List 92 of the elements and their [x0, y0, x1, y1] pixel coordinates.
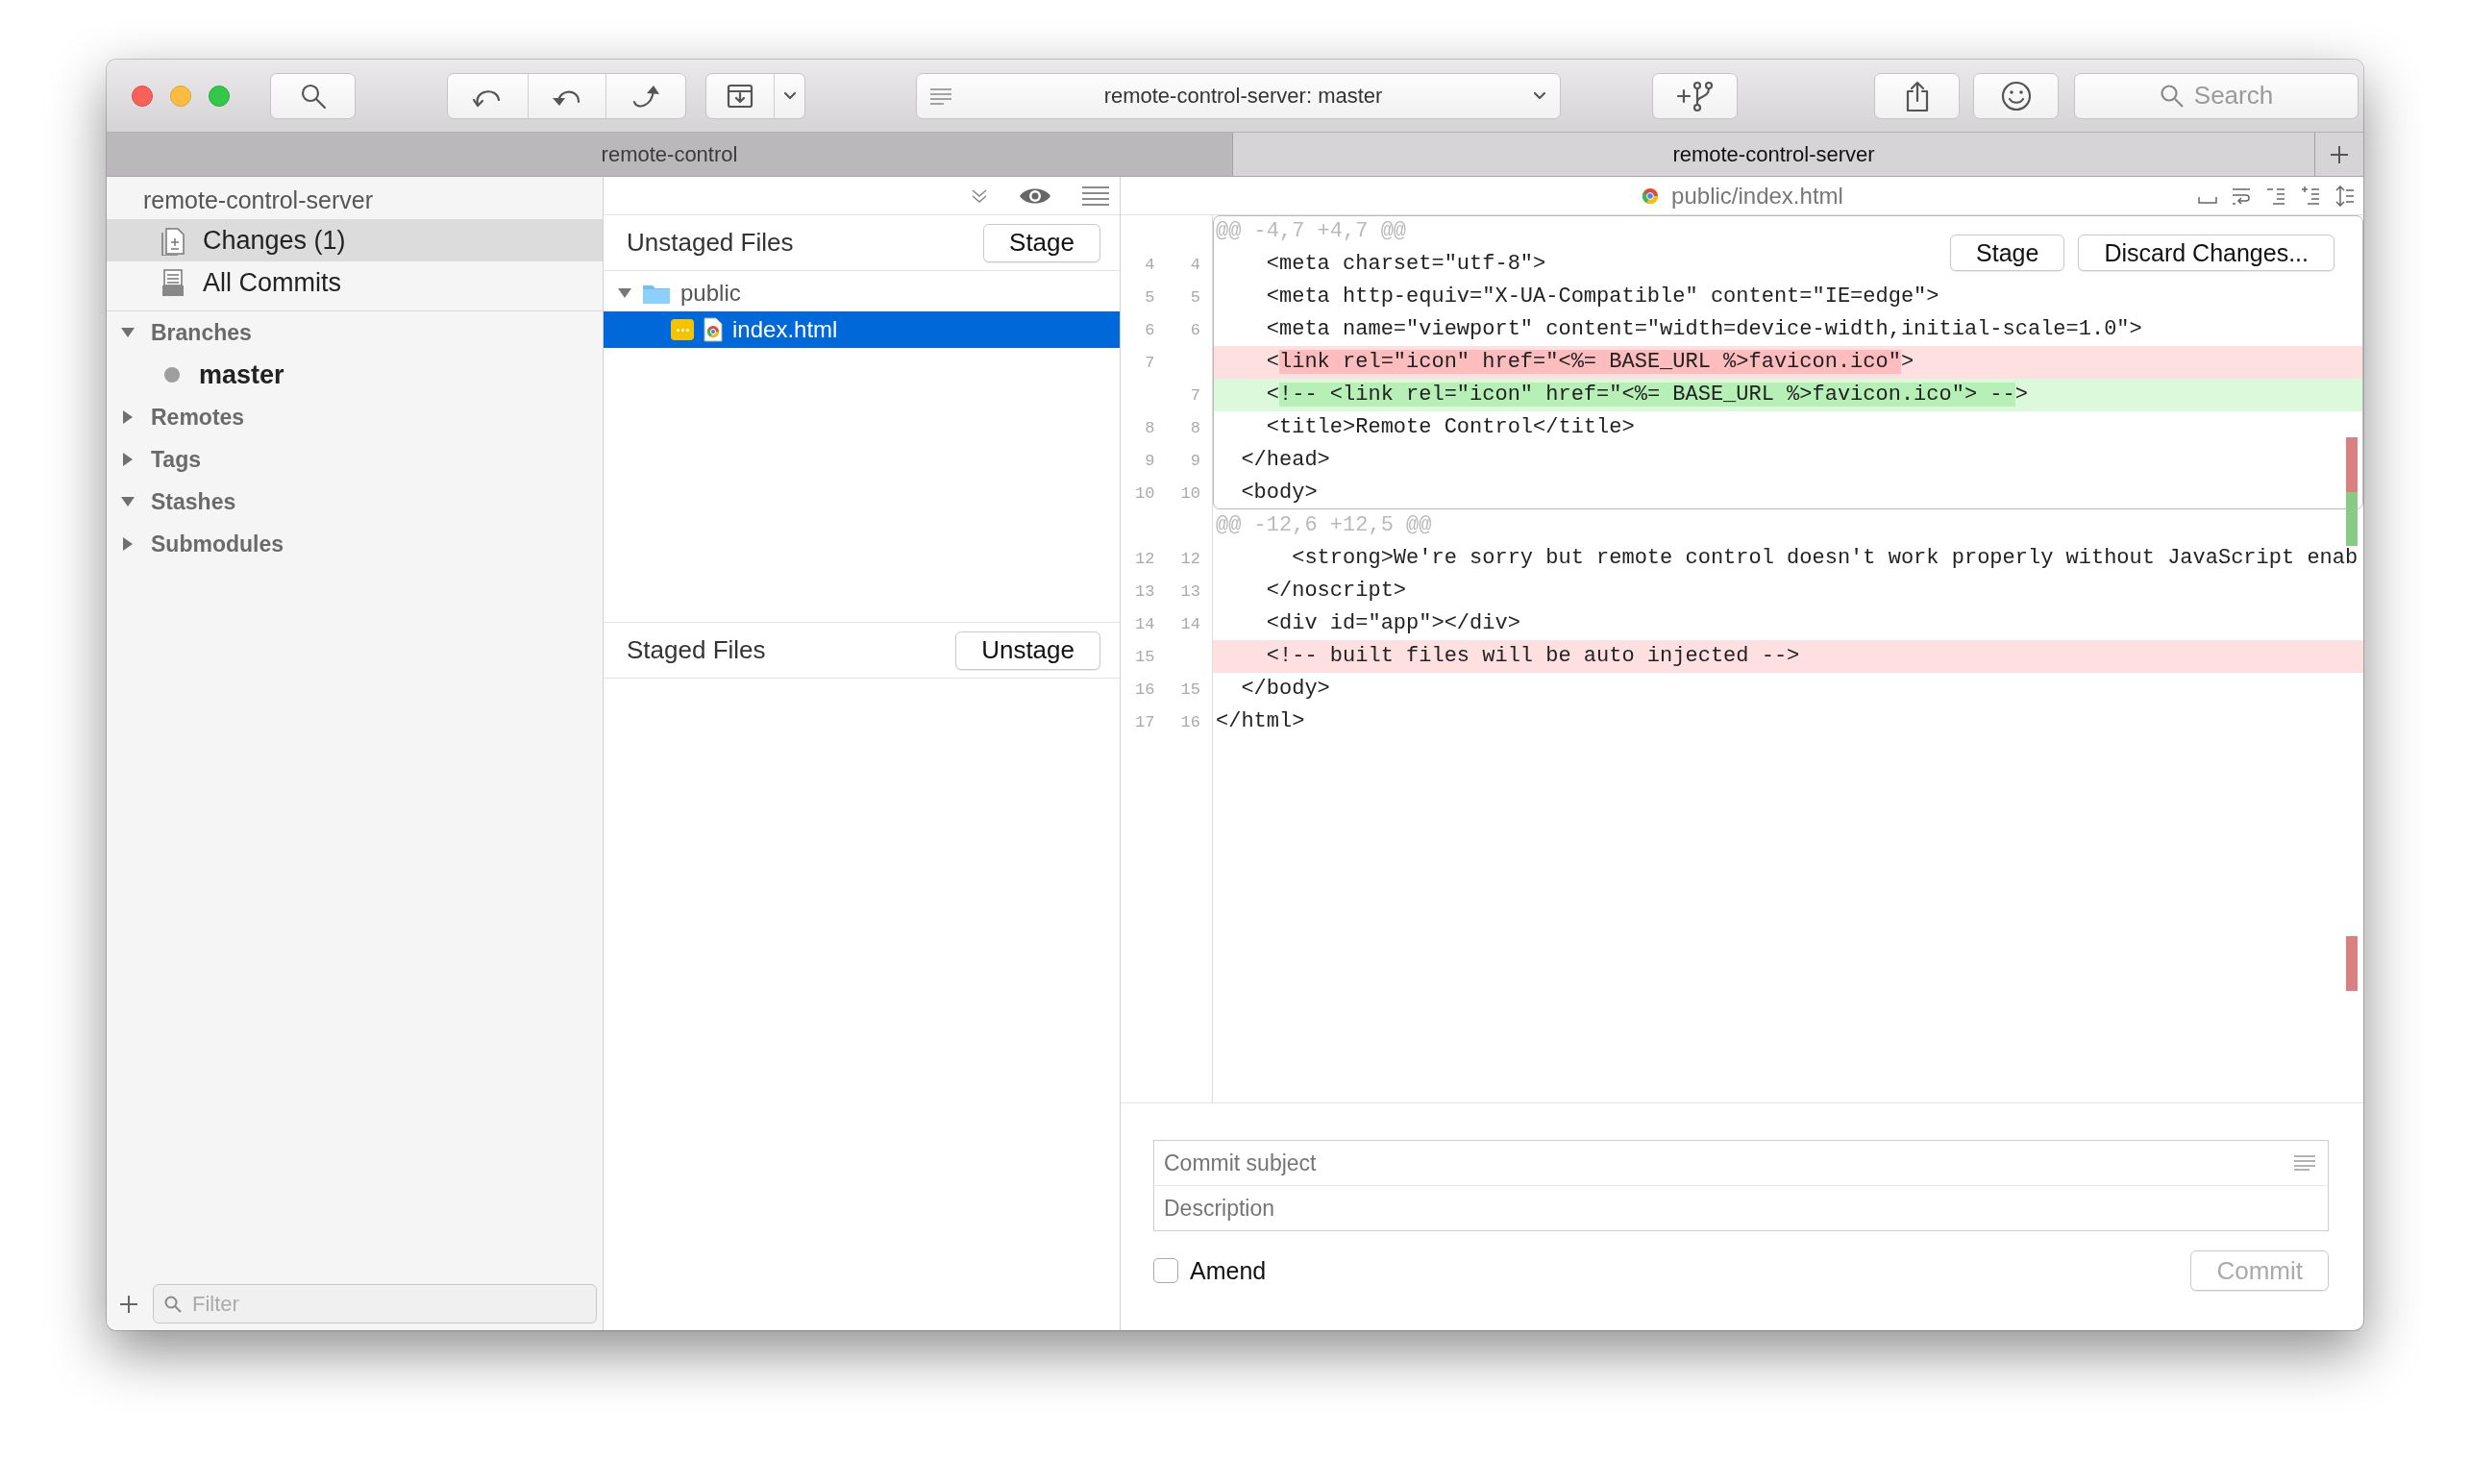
code-line: <link rel="icon" href="<%= BASE_URL %>favicon.ico"> — [1265, 350, 1914, 374]
line-number: 7 — [1144, 353, 1156, 372]
file-tree-row[interactable]: public — [604, 275, 1120, 311]
line-number: 16 — [1134, 680, 1156, 699]
line-number: 9 — [1189, 451, 1201, 470]
line-number: 4 — [1144, 255, 1156, 274]
line-number: 12 — [1179, 549, 1201, 568]
whitespace-icon — [2198, 196, 2217, 204]
list-icon — [2293, 1154, 2316, 1172]
stage-hunk-button[interactable]: Stage — [1950, 235, 2065, 271]
file-tree-row[interactable]: index.html — [604, 311, 1120, 348]
line-number: 5 — [1189, 287, 1201, 307]
plus-icon — [2329, 143, 2350, 165]
branch-item[interactable]: master — [107, 354, 603, 396]
plus-icon — [118, 1293, 139, 1315]
tab[interactable]: remote-control-server — [1233, 133, 2316, 176]
line-number: 13 — [1179, 581, 1201, 601]
line-number: 10 — [1134, 483, 1156, 503]
line-number: 6 — [1144, 320, 1156, 339]
branch-dot-icon — [164, 367, 180, 383]
new-branch-button[interactable] — [1652, 72, 1738, 119]
caret-icon — [782, 90, 797, 101]
document-icon — [161, 225, 185, 256]
line-number: 13 — [1134, 581, 1156, 601]
sidebar-item[interactable]: All Commits — [107, 261, 603, 304]
description-field[interactable]: Description — [1153, 1186, 2329, 1231]
smiley-icon — [1999, 79, 2033, 112]
tab[interactable]: remote-control — [107, 133, 1233, 176]
line-number: 8 — [1189, 418, 1201, 437]
expand-icon — [2334, 185, 2356, 208]
search-button[interactable] — [270, 72, 356, 119]
unstage-button[interactable]: Unstage — [955, 631, 1100, 670]
line-number: 12 — [1134, 549, 1156, 568]
line-number: 16 — [1179, 712, 1201, 731]
more-context-icon — [2300, 185, 2321, 208]
section-header[interactable]: Submodules — [107, 523, 603, 565]
list-icon — [1081, 185, 1110, 207]
line-number: 10 — [1179, 483, 1201, 503]
code-line: </noscript> — [1265, 579, 1407, 603]
code-line: </body> — [1240, 677, 1330, 701]
emoji-button[interactable] — [1973, 72, 2059, 119]
line-number: 9 — [1144, 451, 1156, 470]
code-line: <meta charset="utf-8"> — [1265, 252, 1546, 276]
add-tab-button[interactable] — [2315, 133, 2363, 176]
section-header[interactable]: Branches — [107, 311, 603, 354]
repository-name: remote-control-server — [142, 186, 374, 215]
line-number: 4 — [1189, 255, 1201, 274]
inbox-icon — [161, 267, 185, 298]
line-number: 15 — [1179, 680, 1201, 699]
amend-checkbox[interactable] — [1153, 1258, 1178, 1283]
section-title: Unstaged Files — [627, 228, 794, 258]
line-number: 6 — [1189, 320, 1201, 339]
close-button[interactable] — [132, 85, 153, 107]
change-marker — [2346, 936, 2358, 991]
branch-selector[interactable]: remote-control-server: master — [916, 72, 1561, 119]
file-icon — [1641, 186, 1661, 206]
list-icon — [928, 86, 953, 106]
change-marker — [2346, 492, 2358, 546]
code-line: <!-- <link rel="icon" href="<%= BASE_URL %>favicon.ico"> --> — [1265, 383, 2028, 407]
code-line: <!-- built files will be auto injected --> — [1265, 644, 1800, 668]
file-path: public/index.html — [1671, 182, 1843, 210]
hunk-header: @@ -12,6 +12,5 @@ — [1216, 513, 1432, 537]
line-number: 17 — [1134, 712, 1156, 731]
hunk-header: @@ -4,7 +4,7 @@ — [1216, 219, 1407, 243]
code-line: </head> — [1240, 448, 1330, 472]
code-line: <title>Remote Control</title> — [1265, 415, 1635, 439]
search-icon — [2159, 83, 2185, 109]
code-line: <meta http-equiv="X-UA-Compatible" content="IE=edge"> — [1265, 284, 1939, 309]
sidebar-item[interactable]: Changes (1) — [107, 219, 603, 261]
line-number: 15 — [1134, 647, 1156, 666]
code-line: <strong>We're sorry but remote control doesn't work properly without JavaScript enab — [1291, 546, 2359, 570]
amend-label: Amend — [1190, 1256, 1267, 1285]
share-button[interactable] — [1874, 72, 1960, 119]
stage-button[interactable]: Stage — [983, 223, 1100, 262]
search-icon — [163, 1294, 183, 1314]
code-line: </html> — [1216, 709, 1305, 733]
change-marker — [2346, 437, 2358, 492]
line-number: 7 — [1189, 385, 1201, 405]
discard-button[interactable]: Discard Changes... — [2078, 235, 2334, 271]
line-number: 14 — [1134, 614, 1156, 633]
code-line: <meta name="viewport" content="width=device-width,initial-scale=1.0"> — [1265, 317, 2142, 341]
section-header[interactable]: Remotes — [107, 396, 603, 438]
caret-icon — [1533, 90, 1546, 101]
section-title: Staged Files — [627, 635, 766, 665]
code-line: <body> — [1240, 481, 1318, 505]
code-line: <div id="app"></div> — [1265, 611, 1520, 635]
line-number: 5 — [1144, 287, 1156, 307]
file-icon — [704, 317, 723, 342]
section-header[interactable]: Tags — [107, 438, 603, 481]
section-header[interactable]: Stashes — [107, 481, 603, 523]
line-number: 8 — [1144, 418, 1156, 437]
line-number: 14 — [1179, 614, 1201, 633]
